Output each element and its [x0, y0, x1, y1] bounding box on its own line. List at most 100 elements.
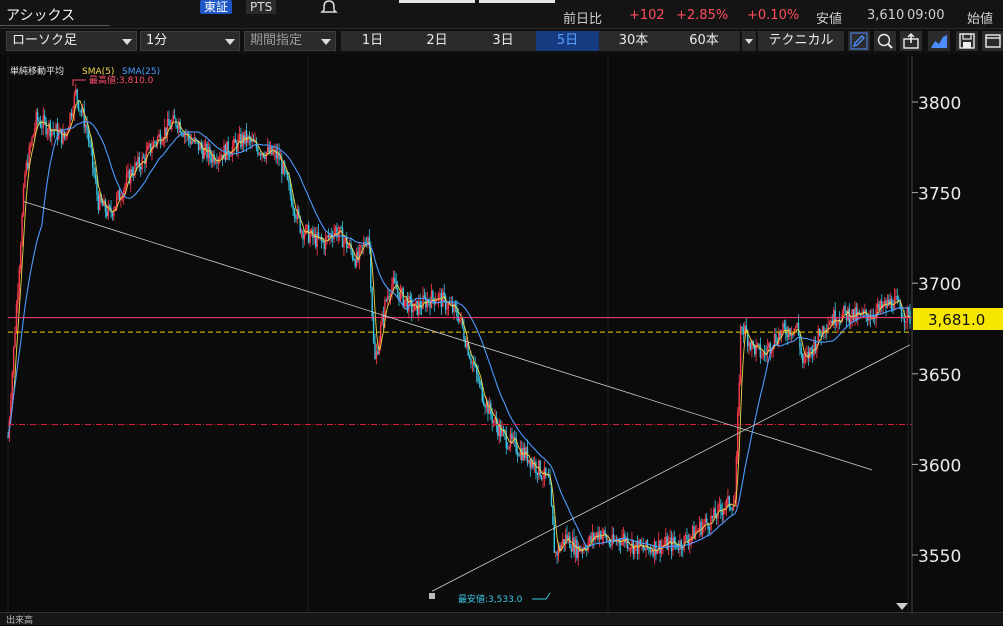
candle-body	[848, 308, 851, 324]
area-chart-tool[interactable]	[928, 31, 950, 51]
window-tool[interactable]	[982, 31, 1003, 51]
candle-body	[379, 325, 382, 343]
candle-body	[691, 526, 694, 537]
candle-body	[234, 138, 236, 143]
chart-canvas[interactable]: 380037503700365036003550 単純移動平均 SMA(5) S…	[0, 56, 1003, 612]
candle-body	[396, 289, 399, 292]
candle-body	[154, 141, 156, 143]
candle-body	[600, 531, 602, 540]
zoom-icon	[877, 33, 893, 49]
candle-body	[108, 205, 111, 209]
candle-body	[412, 310, 414, 313]
price-chart[interactable]: 3800 3750 3700 3650 3600 3550 単純移動平均 SMA(5) S…	[0, 56, 1003, 612]
candle-body	[876, 303, 879, 311]
candle-body	[779, 332, 781, 337]
candle-body	[158, 133, 160, 138]
candle-body	[135, 162, 138, 166]
candle-body	[121, 198, 124, 200]
candle-body	[419, 301, 421, 309]
save-tool[interactable]	[956, 31, 978, 51]
candle-body	[698, 521, 701, 530]
trendline-handle[interactable]	[429, 593, 435, 599]
volume-pane	[0, 612, 1003, 625]
candle-body	[741, 326, 743, 329]
candle-body	[722, 510, 725, 515]
candle-body	[278, 151, 280, 160]
candle-body	[210, 157, 212, 163]
candle-body	[878, 303, 880, 310]
candle-body	[387, 296, 389, 301]
candle-body	[782, 323, 784, 331]
range-5d[interactable]: 5日	[536, 31, 599, 51]
candle-body	[202, 148, 204, 159]
candle-body	[842, 305, 845, 314]
quote-box-1	[399, 0, 475, 3]
candle-body	[207, 146, 210, 159]
candle-body	[172, 115, 174, 123]
candle-body	[844, 305, 846, 311]
candle-body	[372, 316, 375, 343]
candle-body	[672, 537, 674, 552]
range-1d[interactable]: 1日	[341, 31, 404, 51]
candle-body	[302, 231, 304, 240]
candle-body	[655, 541, 657, 554]
candle-body	[748, 342, 750, 347]
candle-body	[700, 521, 702, 535]
candle-body	[628, 548, 630, 550]
technical-button[interactable]: テクニカル	[758, 31, 844, 51]
range-60[interactable]: 60本	[668, 31, 740, 51]
candle-body	[869, 318, 872, 320]
candle-body	[347, 246, 349, 248]
export-tool[interactable]	[900, 31, 922, 51]
range-more-dropdown[interactable]	[742, 31, 756, 51]
zoom-tool[interactable]	[874, 31, 896, 51]
candle-body	[473, 362, 475, 366]
period-select[interactable]: 期間指定	[244, 31, 336, 51]
candle-body	[463, 326, 465, 340]
bell-icon[interactable]	[319, 0, 339, 16]
candle-body	[775, 334, 777, 343]
candle-body	[483, 401, 485, 406]
candle-body	[511, 433, 513, 440]
range-3d[interactable]: 3日	[470, 31, 536, 51]
candle-body	[11, 373, 13, 401]
pencil-icon	[850, 32, 868, 50]
candle-body	[653, 541, 656, 556]
chart-type-select[interactable]: ローソク足	[6, 31, 137, 51]
candle-body	[491, 414, 493, 424]
candle-body	[478, 381, 481, 383]
candle-body	[607, 540, 609, 542]
candle-body	[474, 365, 476, 367]
candle-body	[468, 355, 471, 359]
candle-body	[796, 322, 798, 328]
candle-body	[645, 540, 647, 551]
candle-body	[508, 446, 510, 449]
candle-body	[125, 174, 128, 185]
interval-value: 1分	[146, 33, 168, 48]
interval-select[interactable]: 1分	[140, 31, 240, 51]
candle-body	[715, 517, 718, 519]
candle-body	[756, 343, 759, 345]
candle-body	[466, 342, 468, 347]
candle-body	[31, 137, 33, 146]
candle-body	[115, 196, 118, 207]
pencil-tool[interactable]	[848, 31, 870, 51]
candle-body	[176, 125, 179, 129]
candle-body	[272, 152, 275, 155]
candle-body	[512, 436, 515, 440]
candle-body	[432, 290, 434, 299]
candle-body	[423, 295, 426, 298]
candle-body	[439, 293, 441, 295]
candle-body	[80, 110, 83, 113]
candle-body	[32, 134, 35, 138]
candle-body	[888, 299, 890, 306]
candle-body	[813, 340, 815, 356]
range-2d[interactable]: 2日	[404, 31, 470, 51]
tab-pts[interactable]: PTS	[246, 0, 277, 14]
indicator-label: 単純移動平均	[10, 65, 64, 77]
candle-body	[810, 347, 812, 350]
area-chart-icon	[931, 35, 947, 48]
tab-tosho[interactable]: 東証	[200, 0, 233, 14]
candle-body	[204, 143, 207, 148]
range-30[interactable]: 30本	[599, 31, 668, 51]
